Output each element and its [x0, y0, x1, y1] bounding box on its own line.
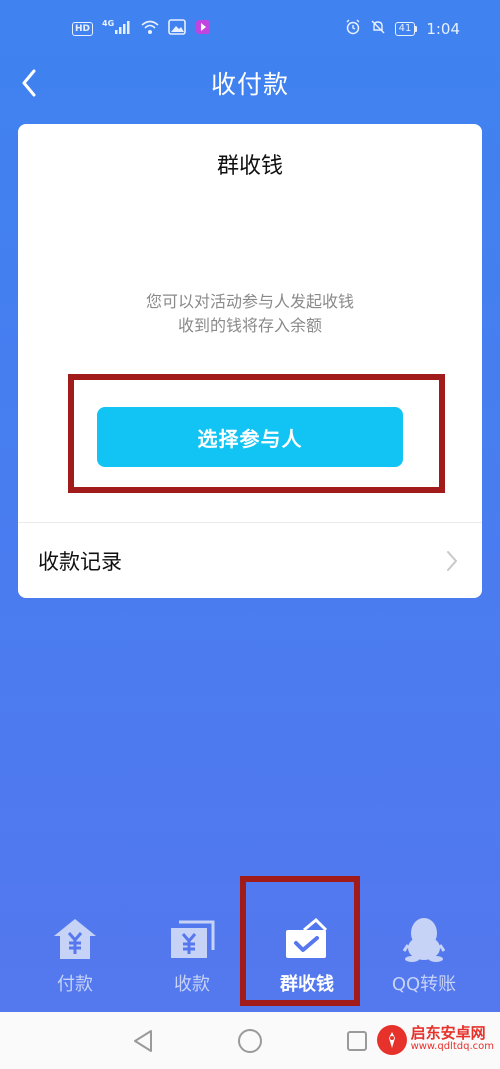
group-collect-card: 群收钱 您可以对活动参与人发起收钱 收到的钱将存入余额 选择参与人 收款记录: [18, 124, 482, 598]
mute-icon: [370, 19, 386, 39]
wifi-icon: [141, 19, 159, 39]
signal-icon: 4G: [102, 19, 132, 39]
tab-group-collect-label: 群收钱: [280, 974, 334, 995]
circle-home-icon: [238, 1029, 262, 1053]
tab-receive-label: 收款: [174, 974, 210, 995]
select-participants-button[interactable]: 选择参与人: [97, 407, 403, 467]
header: 收付款: [0, 58, 500, 108]
tab-pay-label: 付款: [57, 974, 93, 995]
battery-level: 41: [394, 22, 416, 36]
status-bar-left: HD 4G: [72, 19, 211, 39]
chevron-right-icon: [447, 550, 457, 571]
card-title: 群收钱: [216, 154, 283, 179]
card-description: 您可以对活动参与人发起收钱 收到的钱将存入余额: [18, 290, 482, 338]
group-collect-icon: [279, 914, 335, 964]
hd-badge: HD: [72, 22, 94, 36]
system-nav-bar: 启东安卓网 www.qdltdq.com: [0, 1012, 500, 1069]
watermark-logo-icon: [376, 1025, 407, 1055]
pay-icon: [47, 914, 103, 964]
nav-home-button[interactable]: [235, 1026, 265, 1056]
alarm-icon: [345, 19, 361, 39]
status-bar-right: 41 1:04: [345, 19, 460, 39]
triangle-back-icon: [134, 1030, 152, 1052]
description-line-2: 收到的钱将存入余额: [177, 316, 322, 335]
status-bar: HD 4G 41 1:04: [0, 0, 500, 58]
tab-pay[interactable]: 付款: [20, 914, 130, 1004]
collection-records-row[interactable]: 收款记录: [18, 523, 482, 598]
app-notification-icon: [195, 19, 211, 39]
watermark: 启东安卓网 www.qdltdq.com: [376, 1015, 494, 1065]
back-button[interactable]: [14, 66, 44, 100]
nav-recents-button[interactable]: [342, 1026, 372, 1056]
watermark-name: 启东安卓网: [410, 1024, 486, 1042]
image-icon: [168, 19, 186, 39]
tab-receive[interactable]: 收款: [137, 914, 247, 1004]
receive-icon: [164, 914, 220, 964]
nav-back-button[interactable]: [128, 1026, 158, 1056]
tab-qq-transfer[interactable]: QQ转账: [369, 914, 479, 1004]
chevron-left-icon: [22, 69, 36, 97]
collection-records-label: 收款记录: [38, 549, 122, 574]
svg-text:4G: 4G: [102, 19, 114, 28]
watermark-url: www.qdltdq.com: [410, 1041, 494, 1052]
description-line-1: 您可以对活动参与人发起收钱: [145, 292, 354, 311]
battery-icon: 41: [394, 22, 418, 36]
clock: 1:04: [426, 20, 460, 38]
tab-qq-transfer-label: QQ转账: [391, 974, 457, 995]
bottom-tab-bar: 付款 收款 群收钱 QQ转账: [0, 876, 500, 1010]
tab-group-collect[interactable]: 群收钱: [252, 914, 362, 1004]
qq-penguin-icon: [396, 914, 452, 964]
page-title: 收付款: [210, 70, 289, 99]
square-recents-icon: [347, 1031, 367, 1051]
